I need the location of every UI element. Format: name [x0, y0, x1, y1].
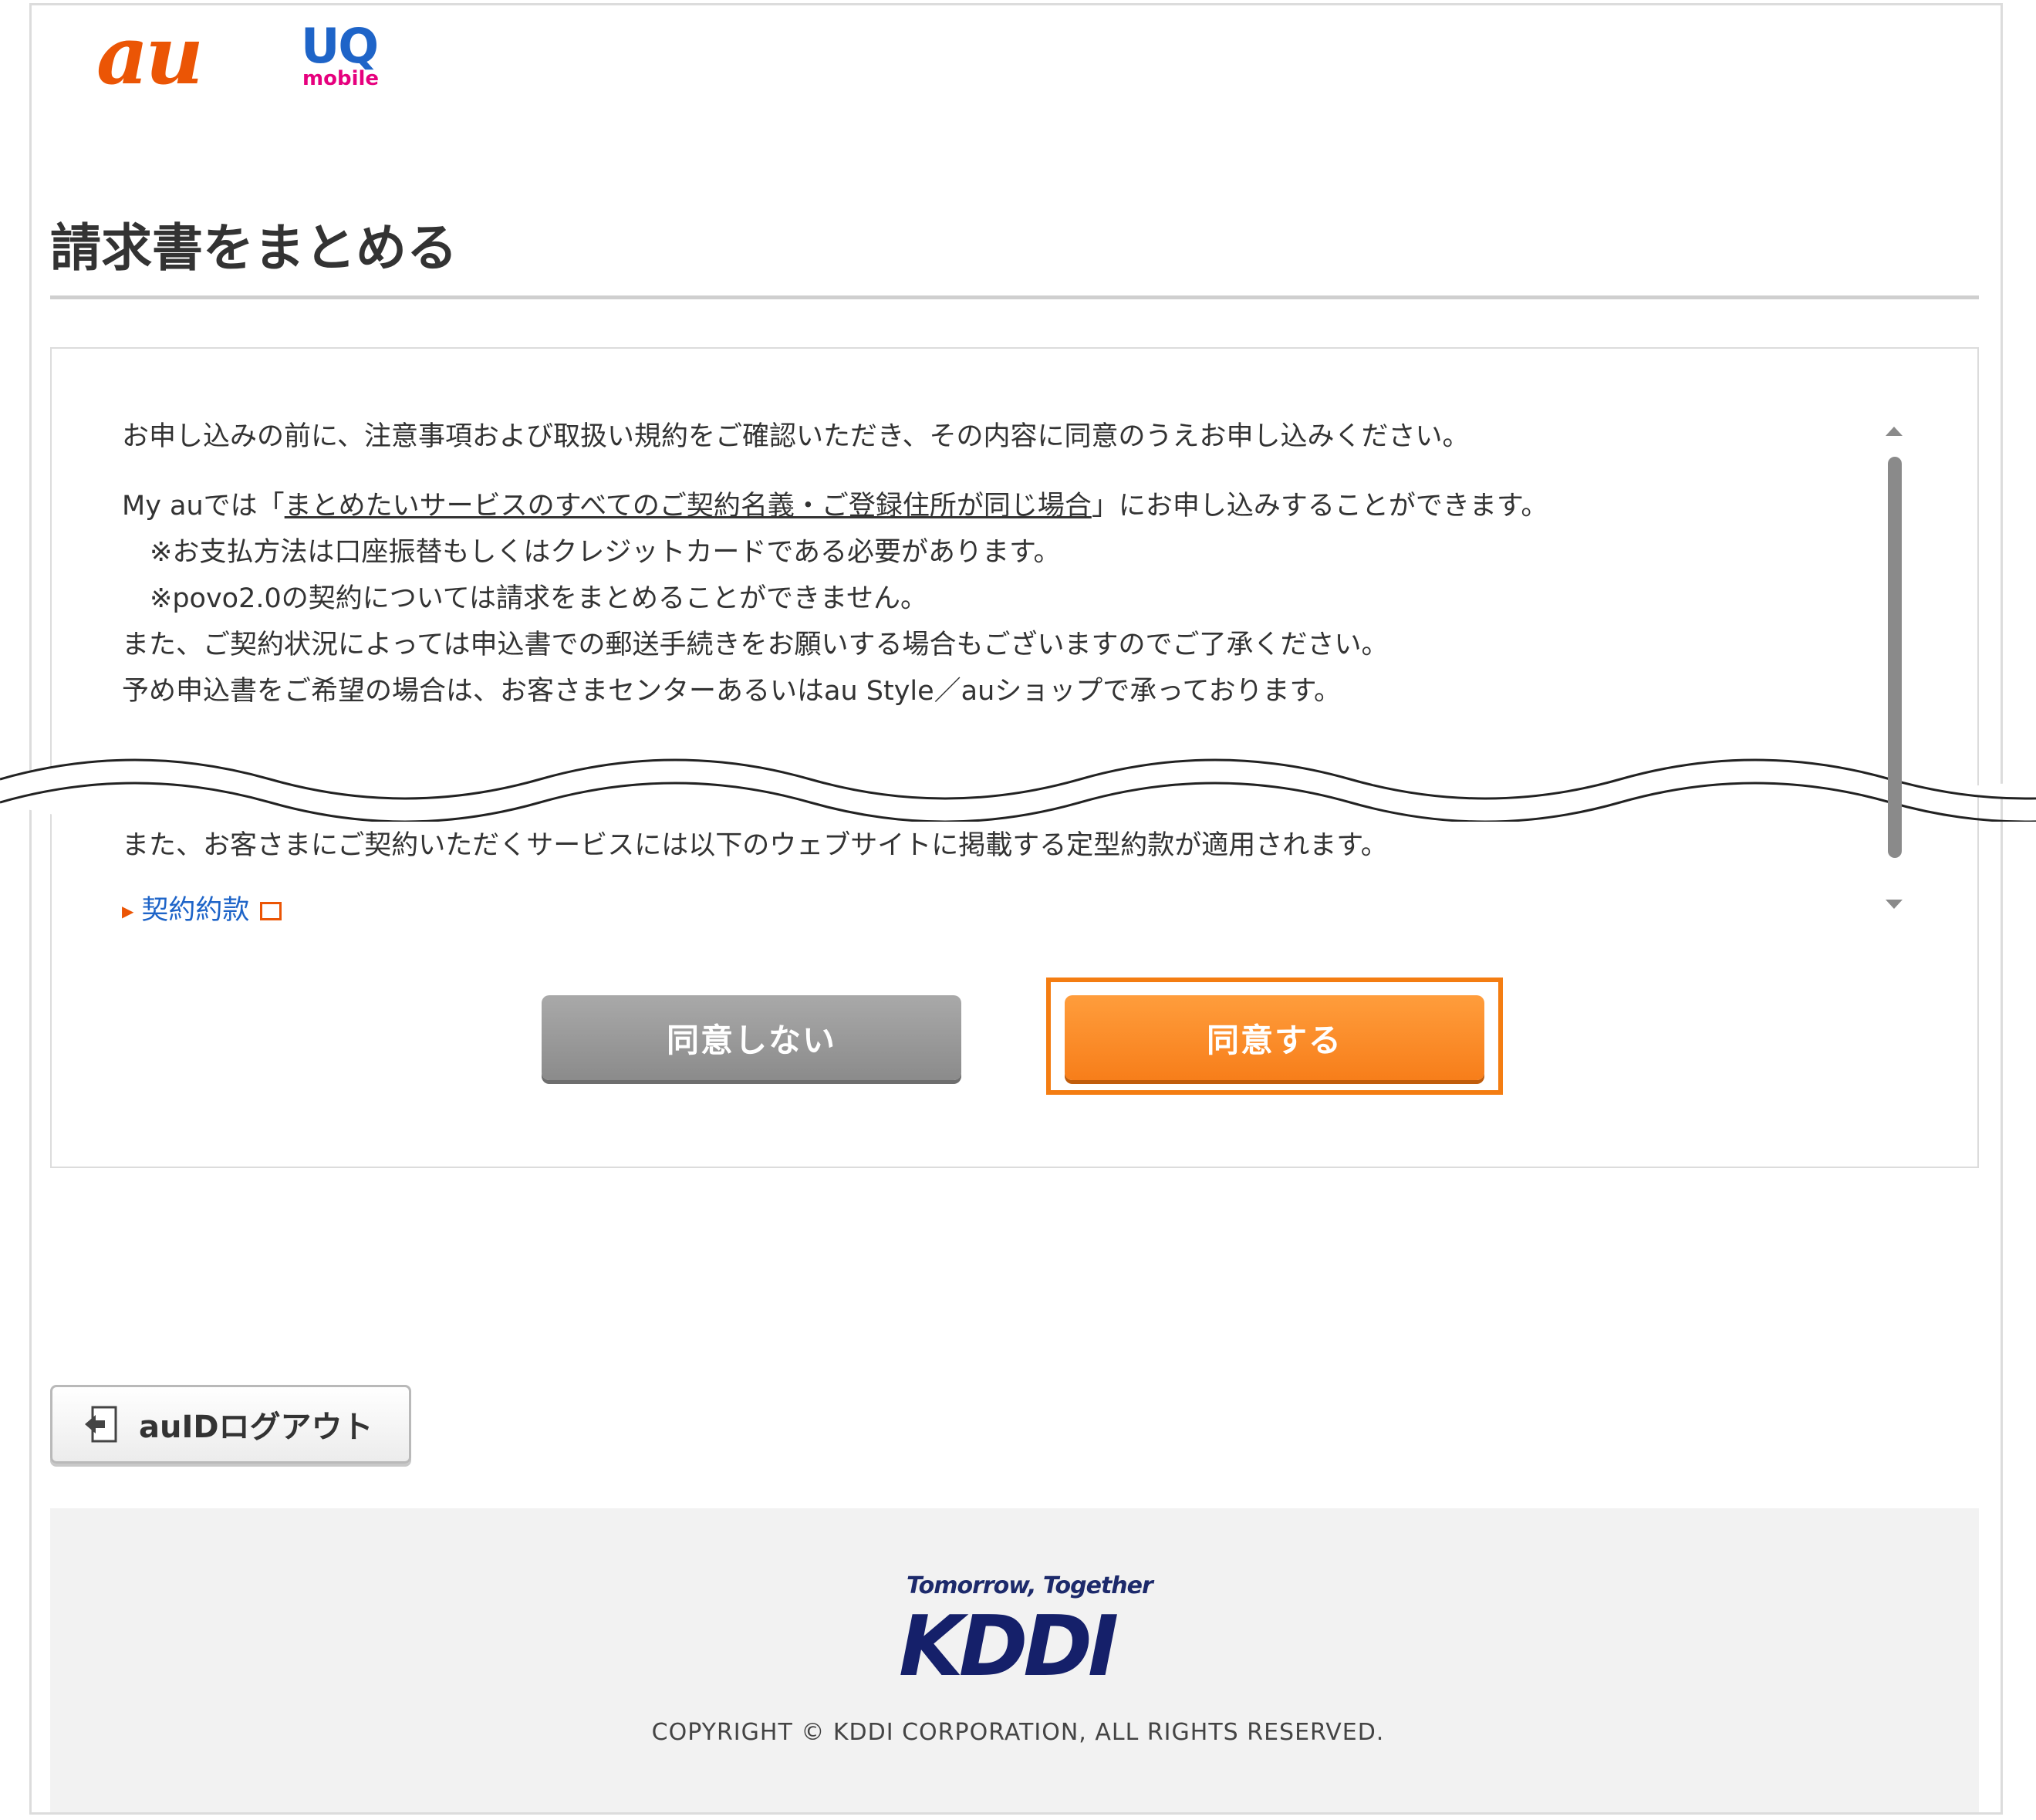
terms-mail-procedure: また、ご契約状況によっては申込書での郵送手続きをお願いする場合もございますのでご… — [122, 630, 1389, 660]
scroll-up-arrow-icon[interactable] — [1886, 427, 1903, 436]
terms-application-form: 予め申込書をご希望の場合は、お客さまセンターあるいはau Style／auショッ… — [122, 676, 1342, 707]
contract-terms-link-label: 契約約款 — [141, 895, 250, 926]
terms-note-povo: ※povo2.0の契約については請求をまとめることができません。 — [150, 583, 927, 614]
copyright-text: COPYRIGHT © KDDI CORPORATION, ALL RIGHTS… — [651, 1719, 1385, 1746]
terms-eligibility-suffix: 」にお申し込みすることができます。 — [1091, 491, 1548, 522]
disagree-button[interactable]: 同意しない — [542, 995, 961, 1080]
terms-eligibility-prefix: My auでは「 — [122, 491, 285, 522]
logout-label: auIDログアウト — [139, 1410, 373, 1445]
scrollbar-thumb[interactable] — [1888, 457, 1902, 858]
terms-eligibility: My auでは「まとめたいサービスのすべてのご契約名義・ご登録住所が同じ場合」に… — [122, 489, 1548, 523]
terms-standard-contract: また、お客さまにご契約いただくサービスには以下のウェブサイトに掲載する定型約款が… — [122, 830, 1388, 861]
terms-eligibility-condition: まとめたいサービスのすべてのご契約名義・ご登録住所が同じ場合 — [284, 491, 1092, 522]
terms-note-payment: ※お支払方法は口座振替もしくはクレジットカードである必要があります。 — [150, 537, 1061, 568]
page-title: 請求書をまとめる — [50, 218, 458, 278]
uq-mobile-logo[interactable]: UQ mobile — [295, 22, 395, 91]
scroll-down-arrow-icon[interactable] — [1886, 900, 1903, 909]
uq-logo-text: UQ — [301, 18, 379, 74]
agree-button-highlight — [1046, 978, 1503, 1095]
content-break-wave — [0, 758, 2036, 822]
contract-terms-link[interactable]: ▶ 契約約款 — [122, 893, 282, 928]
kddi-tagline: Tomorrow, Together — [907, 1572, 1153, 1599]
logout-icon — [85, 1406, 117, 1443]
terms-intro: お申し込みの前に、注意事項および取扱い規約をご確認いただき、その内容に同意のうえ… — [122, 421, 1470, 452]
external-link-icon — [260, 902, 282, 920]
title-divider — [50, 295, 1979, 299]
uq-logo-subtext: mobile — [302, 67, 380, 90]
link-arrow-icon: ▶ — [122, 902, 134, 920]
au-logo[interactable]: au — [96, 15, 204, 96]
auid-logout-button[interactable]: auIDログアウト — [50, 1385, 411, 1464]
kddi-logo[interactable]: KDDI — [899, 1605, 1119, 1690]
